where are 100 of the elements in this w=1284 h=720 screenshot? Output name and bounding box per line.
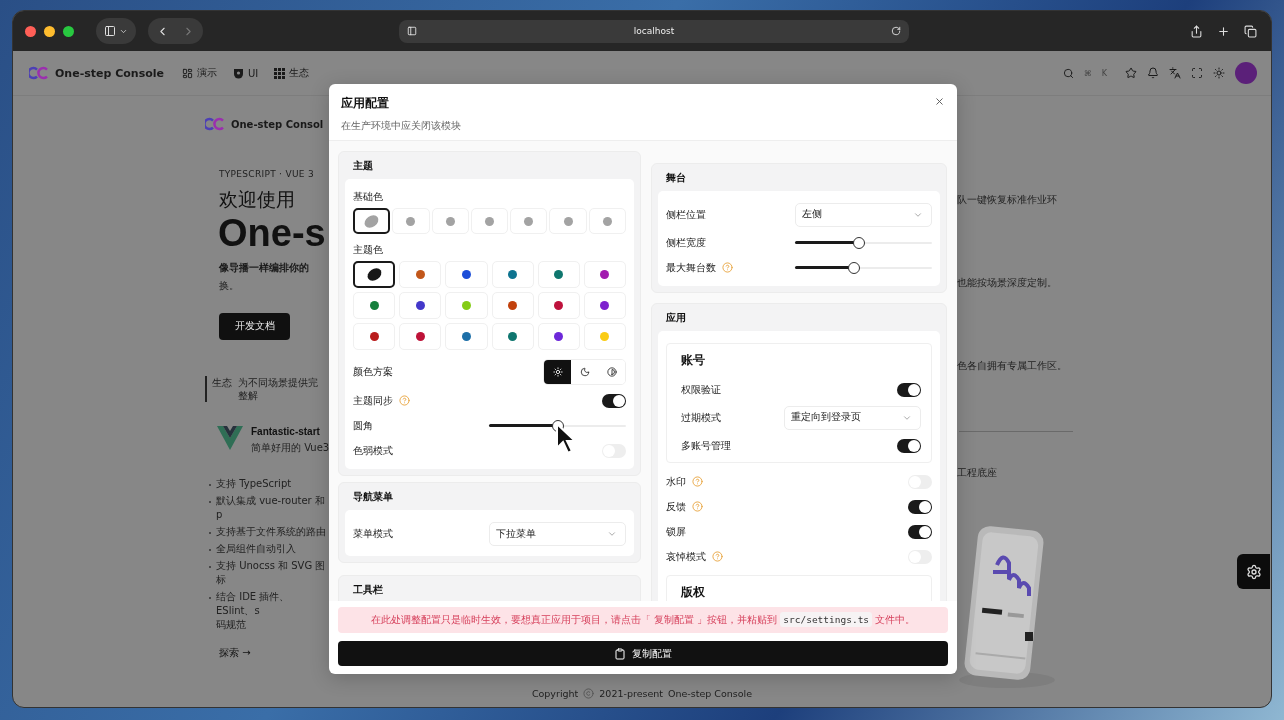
- logo-icon: [29, 66, 49, 80]
- toggle-switch[interactable]: [897, 382, 921, 397]
- section-title: 主题: [352, 159, 374, 173]
- moon-icon: [579, 367, 590, 377]
- hero-tagline: 换。: [219, 278, 239, 293]
- setting-label: 圆角: [353, 418, 373, 433]
- notice-text: 在此处调整配置只是临时生效，要想真正应用于项目，请点击「 复制配置 」按钮，并粘贴到 src/settings.ts 文件中。: [338, 607, 948, 633]
- copy-config-button[interactable]: 复制配置: [338, 641, 948, 666]
- star-icon[interactable]: [1125, 67, 1137, 79]
- section-label: 生态: [212, 375, 232, 390]
- feature-item: 支持 TypeScript: [216, 476, 292, 491]
- setting-label: 侧栏位置: [666, 207, 706, 222]
- section-title: 舞台: [665, 171, 687, 185]
- hero-title: One-s: [218, 213, 326, 255]
- eyebrow-text: TYPESCRIPT · VUE 3: [219, 169, 314, 179]
- hero-tagline: 像导播一样编排你的: [219, 260, 309, 275]
- translate-icon[interactable]: [1169, 67, 1181, 79]
- page-menu-icon: [407, 26, 417, 36]
- slider-thumb[interactable]: [847, 261, 860, 274]
- toggle-switch[interactable]: [897, 438, 921, 453]
- setting-label: 多账号管理: [681, 438, 731, 453]
- hero-heading: 欢迎使用: [219, 187, 295, 212]
- slider-thumb[interactable]: [853, 236, 866, 249]
- url-text: localhost: [633, 26, 675, 36]
- slider[interactable]: [795, 261, 932, 274]
- search-icon[interactable]: [1062, 67, 1074, 79]
- section-description: 为不同场景提供完整解: [238, 375, 319, 402]
- share-icon[interactable]: [1190, 24, 1203, 38]
- color-swatch[interactable]: [353, 261, 396, 288]
- copyright-years: 2021-present: [599, 687, 664, 699]
- zoom-button[interactable]: [63, 25, 74, 37]
- feature-description: 色各自拥有专属工作区。: [957, 359, 1067, 373]
- section-title: 应用: [665, 311, 687, 325]
- bell-icon[interactable]: [1147, 67, 1159, 79]
- toggle-switch[interactable]: [908, 499, 932, 514]
- setting-label: 水印: [666, 474, 686, 489]
- copyright-icon: [583, 687, 595, 699]
- new-tab-icon[interactable]: [1217, 24, 1230, 38]
- logo-icon: [205, 117, 225, 131]
- feature-item: 结合 IDE 插件、ESlint、s 码规范: [216, 589, 291, 632]
- clipboard-icon: [614, 647, 626, 660]
- setting-label: 主题色: [353, 243, 384, 257]
- scheme-button[interactable]: [544, 360, 571, 384]
- grid-icon: [274, 67, 286, 79]
- feature-item: 默认集成 vue-router 和 p: [216, 493, 326, 522]
- starter-name: Fantastic-start: [251, 425, 321, 437]
- dialog-subtitle: 在生产环境中应关闭该模块: [341, 119, 461, 133]
- select-field[interactable]: 左侧: [795, 202, 932, 227]
- avatar[interactable]: [1235, 62, 1257, 84]
- feature-item: 支持基于文件系统的路由: [216, 524, 326, 539]
- sidebar-button[interactable]: [96, 18, 136, 44]
- sidebar-icon: [104, 25, 116, 37]
- nav-link[interactable]: 演示: [182, 66, 217, 80]
- setting-label: 最大舞台数: [666, 260, 716, 275]
- brand-name: One-step Consol: [231, 118, 324, 130]
- setting-label: 主题同步: [353, 393, 393, 408]
- shortcut-key: K: [1101, 68, 1107, 78]
- color-swatch[interactable]: [353, 208, 391, 234]
- setting-label: 权限验证: [681, 382, 721, 397]
- feature-description: 工程底座: [957, 466, 997, 480]
- sun-icon[interactable]: [1213, 67, 1225, 79]
- vue-logo-icon: [217, 425, 243, 450]
- reload-icon: [891, 26, 901, 36]
- setting-label: 哀悼模式: [666, 549, 706, 564]
- feature-description: 也能按场景深度定制。: [957, 276, 1057, 290]
- tabs-icon[interactable]: [1244, 24, 1257, 38]
- shortcut-key: ⌘: [1083, 68, 1092, 78]
- feature-item: 全局组件自动引入: [216, 541, 296, 556]
- nav-link[interactable]: 生态: [274, 66, 310, 80]
- select-field[interactable]: 重定向到登录页: [784, 405, 921, 430]
- gear-icon: [1245, 563, 1262, 580]
- slider[interactable]: [795, 236, 932, 249]
- toggle-switch[interactable]: [602, 393, 626, 408]
- setting-label: 颜色方案: [353, 365, 393, 379]
- copyright-text: Copyright: [531, 687, 579, 699]
- subsection-title: 版权: [681, 584, 706, 601]
- setting-label: 侧栏宽度: [666, 235, 706, 250]
- settings-button[interactable]: [1237, 554, 1270, 589]
- nav-link[interactable]: UI: [233, 67, 259, 79]
- dashboard-icon: [182, 67, 193, 79]
- sun-icon: [552, 367, 563, 377]
- shield-icon: [233, 67, 244, 79]
- minimize-button[interactable]: [44, 25, 55, 37]
- select-field[interactable]: 下拉菜单: [489, 522, 626, 546]
- contrast-icon: [606, 367, 617, 377]
- setting-label: 基础色: [353, 190, 384, 204]
- feature-item: 支持 Unocss 和 SVG 图标: [216, 558, 327, 587]
- fullscreen-icon[interactable]: [1191, 67, 1203, 79]
- copyright-owner: One-step Console: [668, 687, 753, 699]
- toggle-switch[interactable]: [908, 524, 932, 539]
- setting-label: 菜单模式: [353, 527, 393, 541]
- close-button[interactable]: [934, 96, 945, 107]
- close-button[interactable]: [25, 25, 36, 37]
- setting-label: 锁屏: [666, 524, 686, 539]
- starter-description: 简单好用的 Vue3: [251, 440, 329, 455]
- explore-link[interactable]: 探索 →: [219, 645, 251, 660]
- close-icon: [934, 96, 945, 107]
- address-bar[interactable]: localhost: [399, 19, 909, 43]
- docs-button[interactable]: 开发文档: [219, 312, 290, 340]
- subsection-title: 账号: [681, 352, 706, 369]
